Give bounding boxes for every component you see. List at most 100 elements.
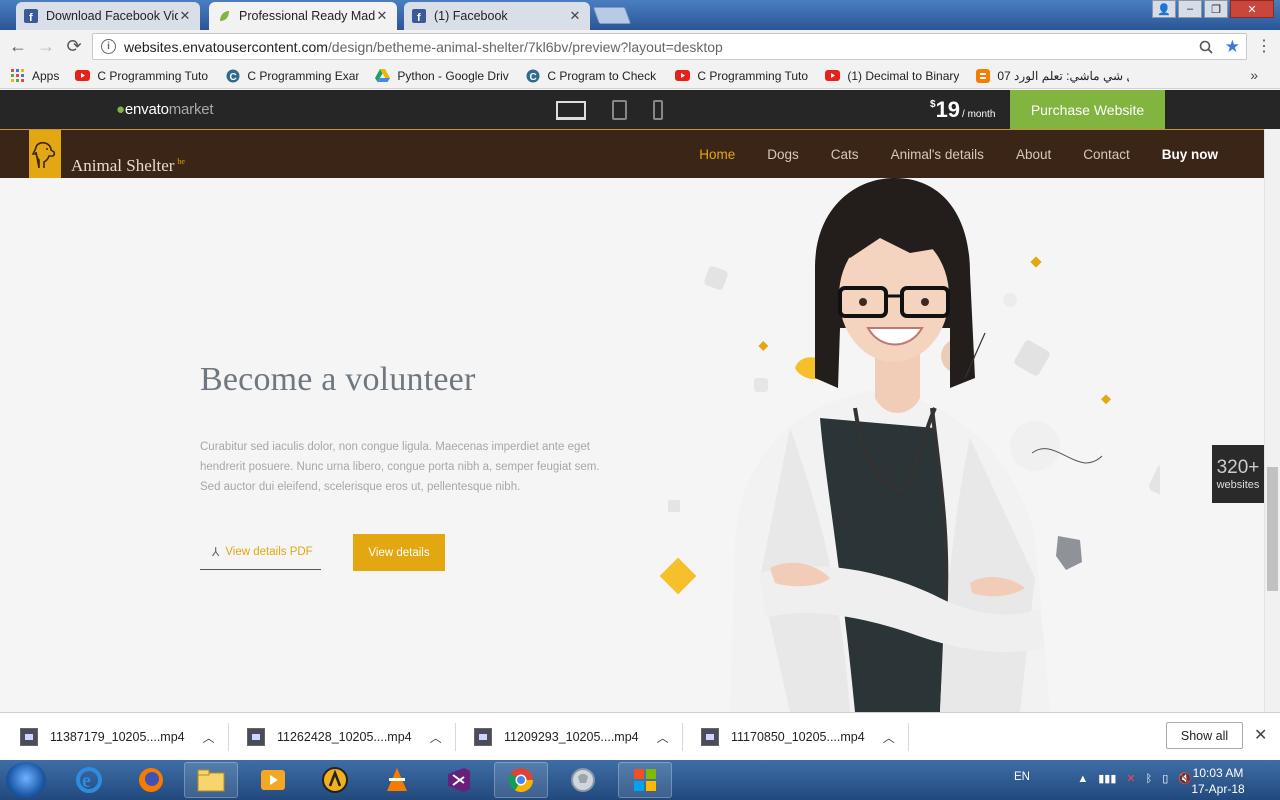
device-switcher — [556, 100, 663, 120]
show-hidden-icons-icon[interactable]: ▲ — [1077, 773, 1088, 785]
hero-description: Curabitur sed iaculis dolor, non congue … — [200, 441, 600, 493]
pdf-icon: ⅄ — [212, 544, 220, 559]
blogger-icon — [975, 68, 990, 83]
firefox-icon[interactable] — [124, 762, 178, 798]
download-item[interactable]: 11387179_10205....mp4 ︿ — [20, 713, 229, 761]
new-tab-button[interactable] — [592, 7, 632, 24]
tablet-icon[interactable] — [612, 100, 627, 120]
more-bookmarks-icon[interactable]: » — [1250, 67, 1258, 83]
close-tab-icon[interactable]: ✕ — [375, 8, 389, 24]
aimp-icon[interactable] — [308, 762, 362, 798]
maximize-button[interactable]: ❐ — [1204, 0, 1228, 18]
video-file-icon — [474, 728, 492, 746]
downloads-bar: 11387179_10205....mp4 ︿ 11262428_10205..… — [0, 712, 1280, 760]
close-tab-icon[interactable]: ✕ — [568, 8, 582, 24]
bookmark-item[interactable]: كل شي ماشي: تعلم الورد 07 — [967, 68, 1137, 83]
websites-count-badge[interactable]: 320+ websites — [1212, 445, 1264, 503]
bookmarks-bar: Apps C Programming Tuto C C Programming … — [0, 63, 1280, 89]
tab-professional-ready-made[interactable]: Professional Ready Made ✕ — [209, 2, 397, 30]
apps-grid-icon — [10, 68, 25, 83]
user-icon[interactable]: 👤 — [1152, 0, 1176, 18]
price-label: $19/ month — [930, 97, 996, 122]
url-path: /design/betheme-animal-shelter/7kl6bv/pr… — [327, 38, 723, 55]
bookmark-apps[interactable]: Apps — [2, 68, 67, 83]
view-details-pdf-button[interactable]: ⅄ View details PDF — [200, 534, 321, 570]
chrome-icon[interactable] — [494, 762, 548, 798]
bluetooth-icon[interactable]: ᛒ — [1146, 773, 1153, 785]
bookmark-item[interactable]: C Programming Tuto — [67, 68, 217, 83]
bookmark-item[interactable]: C C Programming Exam — [217, 68, 367, 83]
reload-icon[interactable]: ⟳ — [60, 33, 88, 61]
bookmark-item[interactable]: (1) Decimal to Binary — [817, 68, 967, 83]
video-file-icon — [247, 728, 265, 746]
clock[interactable]: 10:03 AM 17-Apr-18 — [1188, 765, 1248, 797]
tool-icon[interactable] — [556, 762, 610, 798]
desktop-icon[interactable] — [556, 100, 586, 120]
tab-download-facebook[interactable]: f Download Facebook Vid ✕ — [16, 2, 200, 30]
visual-studio-icon[interactable] — [432, 762, 486, 798]
nav-animals-details[interactable]: Animal's details — [875, 147, 1000, 162]
chrome-menu-icon[interactable]: ⋮ — [1256, 36, 1272, 56]
chevron-up-icon[interactable]: ︿ — [883, 729, 895, 746]
internet-explorer-icon[interactable]: e — [62, 762, 116, 798]
site-name[interactable]: Animal Shelter be — [71, 156, 185, 176]
bookmark-star-icon[interactable]: ★ — [1225, 37, 1240, 57]
browser-tab-strip: f Download Facebook Vid ✕ Professional R… — [0, 0, 1280, 30]
scrollbar-thumb[interactable] — [1267, 467, 1278, 591]
nav-about[interactable]: About — [1000, 147, 1067, 162]
video-file-icon — [701, 728, 719, 746]
svg-text:e: e — [82, 770, 91, 792]
media-player-icon[interactable] — [246, 762, 300, 798]
close-tab-icon[interactable]: ✕ — [178, 8, 192, 24]
nav-home[interactable]: Home — [683, 147, 751, 162]
page-scrollbar[interactable] — [1264, 129, 1280, 712]
window-controls: 👤 – ❐ ✕ — [1152, 0, 1274, 18]
file-explorer-icon[interactable] — [184, 762, 238, 798]
youtube-icon — [825, 68, 841, 83]
main-menu: Home Dogs Cats Animal's details About Co… — [683, 130, 1234, 179]
svg-text:f: f — [417, 12, 421, 23]
zoom-icon[interactable] — [1199, 40, 1213, 54]
vlc-icon[interactable] — [370, 762, 424, 798]
start-button[interactable] — [6, 762, 46, 798]
url-input[interactable]: i websites.envatousercontent.com/design/… — [92, 33, 1247, 60]
language-indicator[interactable]: EN — [1014, 771, 1030, 783]
bookmark-item[interactable]: C C Program to Check V — [517, 68, 667, 83]
download-item[interactable]: 11170850_10205....mp4 ︿ — [701, 713, 909, 761]
minimize-button[interactable]: – — [1178, 0, 1202, 18]
windows-app-icon[interactable] — [618, 762, 672, 798]
nav-contact[interactable]: Contact — [1067, 147, 1146, 162]
chevron-up-icon[interactable]: ︿ — [203, 729, 215, 746]
bookmark-item[interactable]: Python - Google Driv — [367, 68, 517, 83]
phone-icon[interactable] — [653, 100, 663, 120]
volunteer-illustration — [659, 178, 1160, 712]
bookmark-item[interactable]: C Programming Tuto — [667, 68, 817, 83]
battery-icon[interactable]: ▯ — [1162, 772, 1168, 785]
download-item[interactable]: 11209293_10205....mp4 ︿ — [474, 713, 683, 761]
purchase-website-button[interactable]: Purchase Website — [1010, 90, 1165, 129]
dog-logo-icon[interactable] — [29, 130, 61, 179]
facebook-icon: f — [412, 9, 426, 23]
video-file-icon — [20, 728, 38, 746]
network-error-icon[interactable]: ✕ — [1126, 772, 1135, 785]
forward-arrow-icon[interactable]: → — [32, 33, 60, 61]
show-all-downloads-button[interactable]: Show all — [1166, 722, 1243, 749]
view-details-button[interactable]: View details — [353, 534, 445, 571]
info-icon[interactable]: i — [101, 39, 116, 54]
chevron-up-icon[interactable]: ︿ — [430, 729, 442, 746]
envato-market-logo[interactable]: ●envatomarket — [116, 101, 214, 118]
chevron-up-icon[interactable]: ︿ — [657, 729, 669, 746]
close-window-button[interactable]: ✕ — [1230, 0, 1274, 18]
nav-buy-now[interactable]: Buy now — [1146, 147, 1234, 162]
signal-icon[interactable]: ▮▮▮ — [1098, 772, 1116, 785]
hero-title: Become a volunteer — [200, 361, 476, 398]
back-arrow-icon[interactable]: ← — [4, 33, 32, 61]
nav-cats[interactable]: Cats — [815, 147, 875, 162]
tab-facebook[interactable]: f (1) Facebook ✕ — [404, 2, 590, 30]
youtube-icon — [675, 68, 691, 83]
nav-dogs[interactable]: Dogs — [751, 147, 815, 162]
close-icon[interactable]: ✕ — [1254, 725, 1267, 745]
windows-taskbar: e EN ▲ ▮▮▮ ✕ ᛒ ▯ 🔇 10:03 AM 17-Apr-18 — [0, 760, 1280, 800]
download-item[interactable]: 11262428_10205....mp4 ︿ — [247, 713, 456, 761]
c-site-icon: C — [225, 68, 240, 83]
